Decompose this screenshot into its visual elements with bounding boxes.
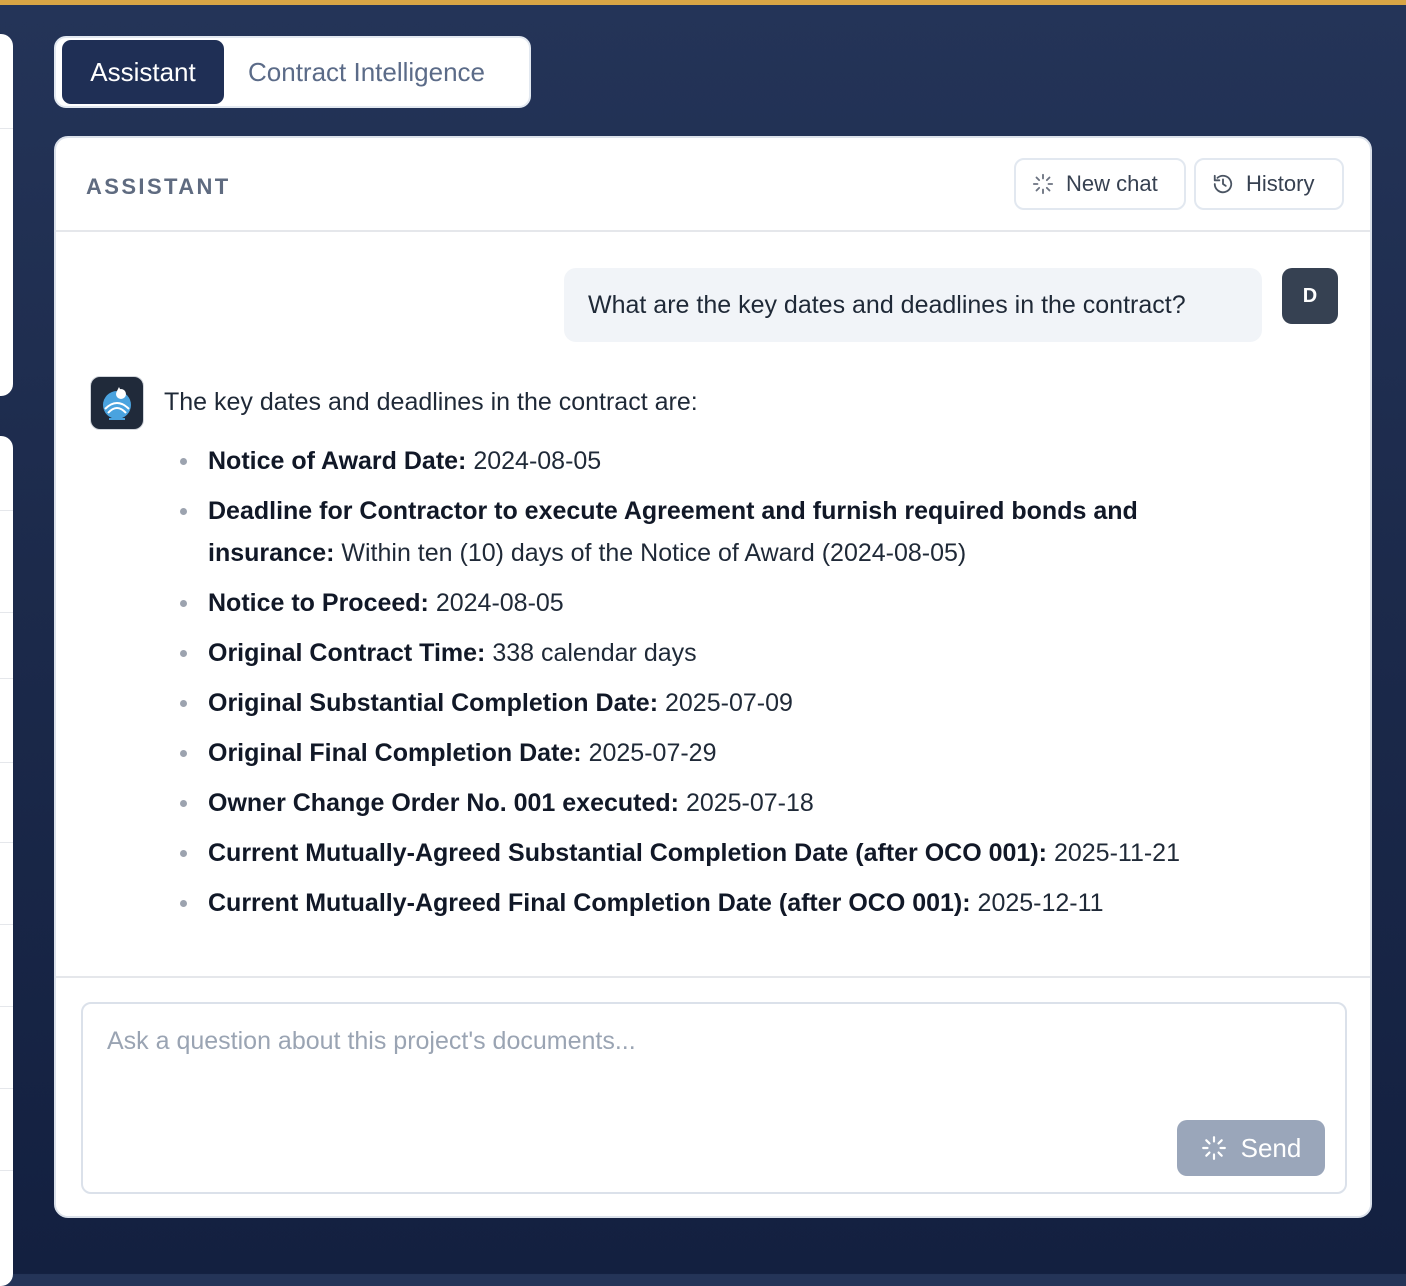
user-message-row: What are the key dates and deadlines in … xyxy=(564,268,1338,342)
assistant-panel: ASSISTANT New chat History What are the … xyxy=(54,136,1372,1218)
assistant-panel-header: ASSISTANT New chat History xyxy=(56,138,1370,232)
left-side-panel-lower xyxy=(0,436,13,1286)
send-button[interactable]: Send xyxy=(1177,1120,1325,1176)
top-accent-bar xyxy=(0,0,1406,5)
assistant-message: The key dates and deadlines in the contr… xyxy=(164,382,1214,924)
tab-assistant[interactable]: Assistant xyxy=(62,40,224,104)
spinner-icon xyxy=(1032,173,1054,195)
list-item: Current Mutually-Agreed Final Completion… xyxy=(164,882,1214,924)
user-avatar: D xyxy=(1282,268,1338,324)
list-item: Original Substantial Completion Date: 20… xyxy=(164,682,1214,724)
tab-contract-intelligence[interactable]: Contract Intelligence xyxy=(224,40,511,104)
assistant-logo-icon xyxy=(103,387,131,420)
list-item: Original Contract Time: 338 calendar day… xyxy=(164,632,1214,674)
list-item: Notice to Proceed: 2024-08-05 xyxy=(164,582,1214,624)
new-chat-label: New chat xyxy=(1066,171,1158,196)
list-item: Notice of Award Date: 2024-08-05 xyxy=(164,440,1214,482)
user-message-bubble: What are the key dates and deadlines in … xyxy=(564,268,1262,342)
history-label: History xyxy=(1246,171,1315,196)
list-item: Current Mutually-Agreed Substantial Comp… xyxy=(164,832,1214,874)
list-item: Original Final Completion Date: 2025-07-… xyxy=(164,732,1214,774)
composer-area: Send xyxy=(56,976,1370,1216)
mode-tab-bar: Assistant Contract Intelligence xyxy=(54,36,531,108)
panel-title: ASSISTANT xyxy=(86,174,231,199)
left-side-panel-upper xyxy=(0,34,13,396)
list-item: Deadline for Contractor to execute Agree… xyxy=(164,490,1214,574)
message-composer[interactable]: Send xyxy=(81,1002,1347,1194)
send-label: Send xyxy=(1240,1132,1302,1163)
spinner-icon xyxy=(1201,1136,1226,1160)
history-button[interactable]: History xyxy=(1194,158,1344,210)
assistant-intro-text: The key dates and deadlines in the contr… xyxy=(164,388,698,416)
history-icon xyxy=(1213,174,1233,194)
assistant-avatar xyxy=(90,376,144,430)
new-chat-button[interactable]: New chat xyxy=(1014,158,1186,210)
question-input[interactable] xyxy=(105,1026,1109,1057)
key-dates-list: Notice of Award Date: 2024-08-05 Deadlin… xyxy=(164,440,1214,924)
list-item: Owner Change Order No. 001 executed: 202… xyxy=(164,782,1214,824)
